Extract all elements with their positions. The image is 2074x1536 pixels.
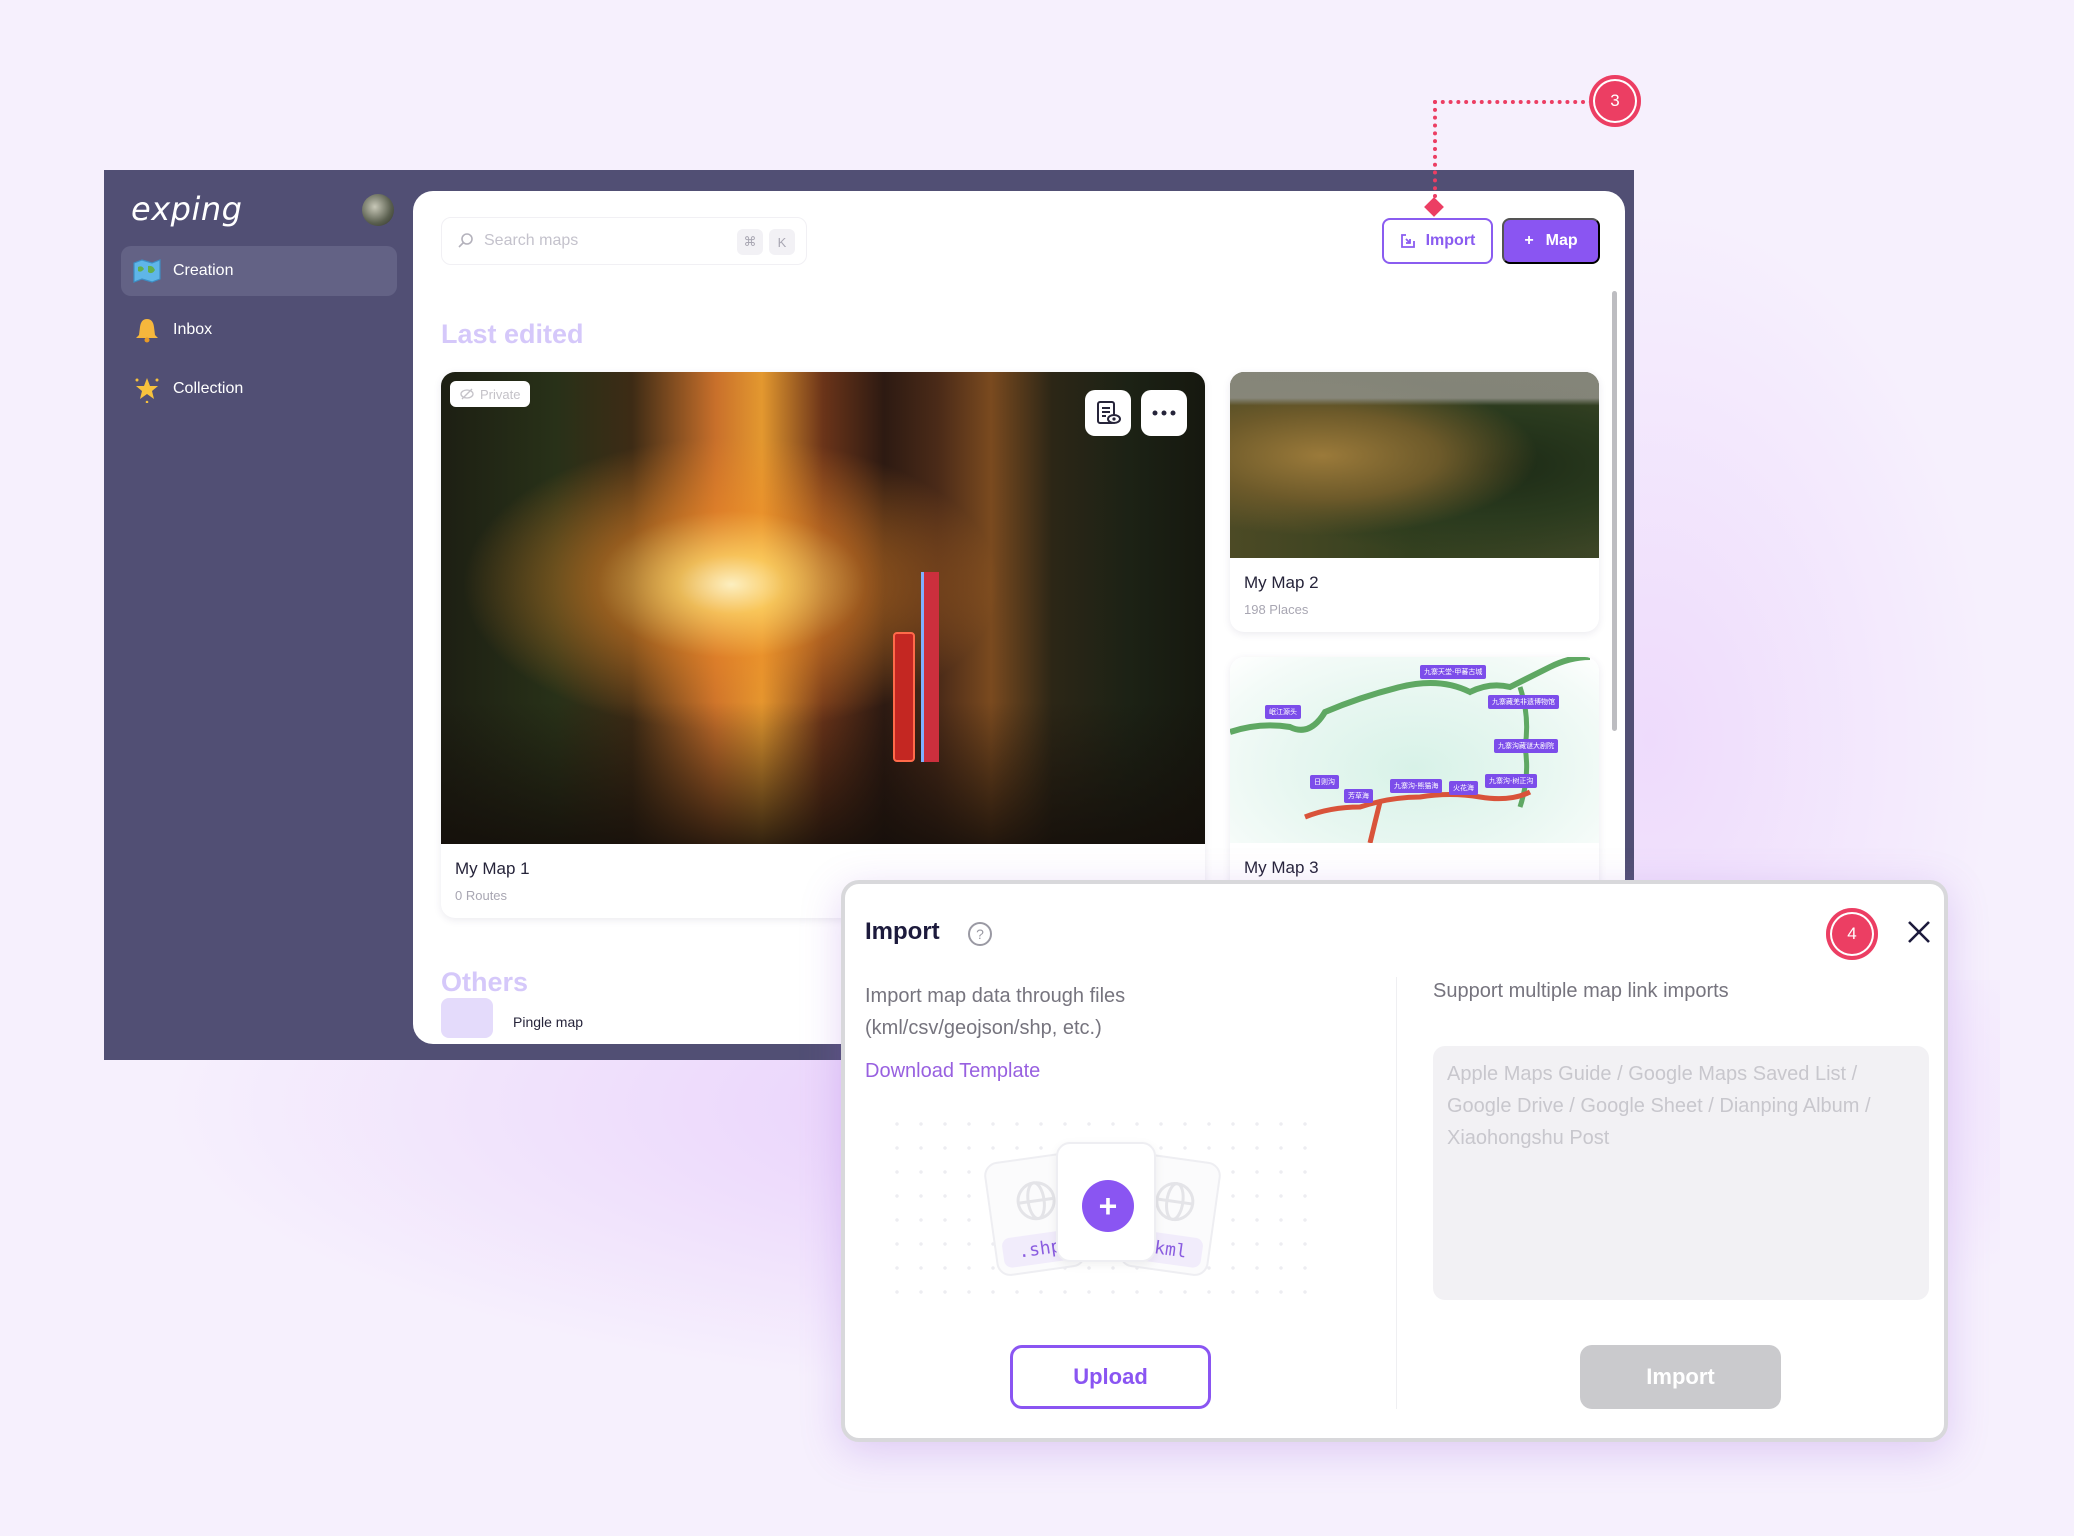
upload-button[interactable]: Upload bbox=[1010, 1345, 1211, 1409]
map-place-label: 九寨藏羌非遗博物馆 bbox=[1488, 695, 1559, 709]
annotation-badge: 3 bbox=[1589, 75, 1641, 127]
map-place-label: 岷江源头 bbox=[1265, 705, 1301, 719]
user-avatar[interactable] bbox=[362, 194, 394, 226]
globe-icon bbox=[1016, 1181, 1056, 1221]
sidebar-item-label: Collection bbox=[173, 380, 244, 397]
private-badge-label: Private bbox=[480, 386, 521, 402]
file-dropzone[interactable]: .shp .kml + bbox=[885, 1112, 1315, 1312]
import-description: Import map data through files (kml/csv/g… bbox=[865, 985, 1126, 1039]
search-placeholder: Search maps bbox=[484, 232, 579, 249]
sidebar-item-inbox[interactable]: Inbox bbox=[121, 305, 397, 355]
map-icon bbox=[133, 257, 161, 285]
card-title: My Map 2 bbox=[1244, 573, 1319, 592]
shortcut-cmd-key: ⌘ bbox=[737, 229, 763, 255]
document-preview-icon bbox=[1097, 401, 1121, 424]
map-cover-image bbox=[441, 372, 1205, 844]
close-button[interactable] bbox=[1903, 916, 1935, 948]
annotation-connector bbox=[1433, 100, 1437, 206]
map-cover-image bbox=[1230, 372, 1599, 558]
map-place-label: 九寨沟-树正沟 bbox=[1485, 774, 1538, 788]
map-links-input[interactable] bbox=[1433, 1046, 1929, 1300]
plus-icon: + bbox=[1524, 232, 1534, 249]
cover-detail bbox=[893, 632, 915, 762]
sidebar-nav: Creation Inbox Collection bbox=[121, 246, 397, 423]
others-row-thumbnail[interactable] bbox=[441, 998, 493, 1038]
star-icon bbox=[133, 375, 161, 403]
modal-title: Import bbox=[865, 918, 940, 945]
private-badge: Private bbox=[450, 381, 531, 407]
new-map-button-label: Map bbox=[1545, 232, 1578, 249]
scrollbar[interactable] bbox=[1612, 291, 1617, 731]
import-submit-button[interactable]: Import bbox=[1580, 1345, 1781, 1409]
add-file-illustration[interactable]: + bbox=[1056, 1142, 1156, 1262]
others-row-title[interactable]: Pingle map bbox=[513, 1014, 583, 1030]
sidebar-item-label: Inbox bbox=[173, 321, 213, 338]
help-icon[interactable]: ? bbox=[968, 922, 992, 946]
map-preview: 九寨天堂-甲蕃古城 岷江源头 九寨藏羌非遗博物馆 九寨沟藏谜大剧院 日则沟 芳草… bbox=[1230, 657, 1599, 844]
map-card[interactable]: Private My Map 1 0 Routes bbox=[441, 372, 1205, 918]
import-modal: Import ? Import map data through files (… bbox=[841, 880, 1948, 1442]
map-place-label: 芳草海 bbox=[1344, 789, 1373, 803]
shortcut-k-key: K bbox=[769, 229, 795, 255]
more-dots-icon bbox=[1152, 410, 1176, 416]
sidebar-item-label: Creation bbox=[173, 262, 234, 279]
search-input[interactable]: Search maps ⌘ K bbox=[441, 217, 807, 265]
card-subtitle: 0 Routes bbox=[455, 888, 508, 903]
map-links-label: Support multiple map link imports bbox=[1433, 980, 1729, 1002]
bell-icon bbox=[133, 316, 161, 344]
globe-icon bbox=[1155, 1182, 1195, 1222]
annotation-connector bbox=[1433, 100, 1593, 104]
map-place-label: 九寨沟藏谜大剧院 bbox=[1494, 739, 1558, 753]
add-file-icon[interactable]: + bbox=[1082, 1180, 1134, 1232]
import-icon bbox=[1400, 234, 1415, 248]
more-options-button[interactable] bbox=[1141, 390, 1187, 436]
preview-button[interactable] bbox=[1085, 390, 1131, 436]
card-title: My Map 1 bbox=[455, 859, 530, 878]
map-card[interactable]: 九寨天堂-甲蕃古城 岷江源头 九寨藏羌非遗博物馆 九寨沟藏谜大剧院 日则沟 芳草… bbox=[1230, 657, 1599, 917]
map-place-label: 九寨沟-熊猫海 bbox=[1390, 779, 1443, 793]
eye-off-icon bbox=[460, 388, 474, 400]
section-title-others: Others bbox=[441, 967, 529, 997]
close-icon bbox=[1908, 921, 1930, 943]
new-map-button[interactable]: + Map bbox=[1502, 218, 1600, 264]
sidebar-item-creation[interactable]: Creation bbox=[121, 246, 397, 296]
card-subtitle: 198 Places bbox=[1244, 602, 1309, 617]
sidebar-item-collection[interactable]: Collection bbox=[121, 364, 397, 414]
map-card[interactable]: My Map 2 198 Places bbox=[1230, 372, 1599, 632]
map-place-label: 日则沟 bbox=[1310, 775, 1339, 789]
app-logo: exping bbox=[131, 190, 243, 228]
card-title: My Map 3 bbox=[1244, 858, 1319, 877]
import-button-label: Import bbox=[1425, 232, 1476, 249]
cover-detail bbox=[921, 572, 939, 762]
map-place-label: 火花海 bbox=[1449, 781, 1478, 795]
import-button[interactable]: Import bbox=[1382, 218, 1493, 264]
download-template-link[interactable]: Download Template bbox=[865, 1060, 1040, 1083]
column-divider bbox=[1396, 977, 1397, 1409]
annotation-badge: 4 bbox=[1826, 908, 1878, 960]
section-title-last-edited: Last edited bbox=[441, 319, 584, 349]
search-icon bbox=[458, 233, 473, 248]
map-place-label: 九寨天堂-甲蕃古城 bbox=[1420, 665, 1487, 679]
